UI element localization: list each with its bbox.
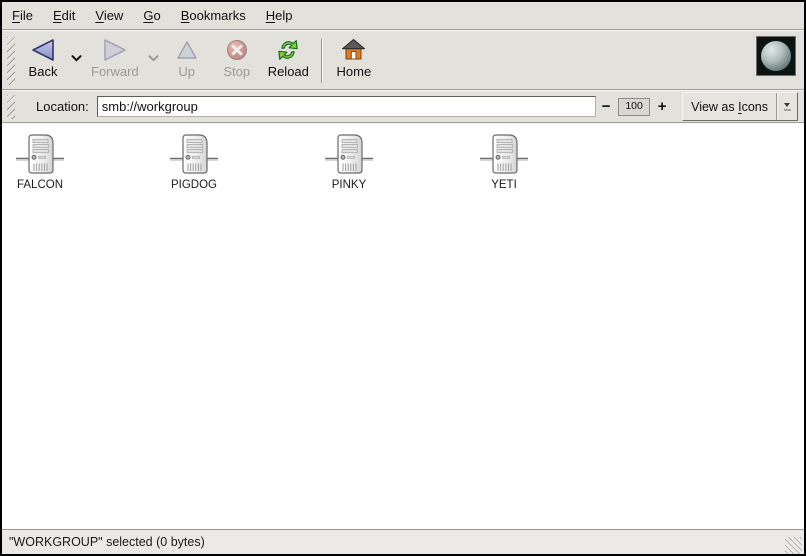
stop-icon xyxy=(225,35,249,65)
throbber xyxy=(756,36,796,76)
reload-icon xyxy=(275,35,301,65)
server-item-pigdog[interactable]: PIGDOG xyxy=(149,133,239,191)
status-text: "WORKGROUP" selected (0 bytes) xyxy=(9,535,205,549)
server-item-pinky[interactable]: PINKY xyxy=(304,133,394,191)
server-icon xyxy=(16,133,64,177)
menu-view[interactable]: View xyxy=(85,4,133,27)
server-item-yeti[interactable]: YETI xyxy=(459,133,549,191)
stop-button[interactable]: Stop xyxy=(212,33,262,80)
forward-button[interactable]: Forward xyxy=(85,33,145,80)
up-icon xyxy=(175,35,199,65)
server-item-falcon[interactable]: FALCON xyxy=(0,133,85,191)
reload-button[interactable]: Reload xyxy=(262,33,315,80)
toolbar: Back Forward Up xyxy=(2,31,804,89)
up-button[interactable]: Up xyxy=(162,33,212,80)
back-history-dropdown[interactable] xyxy=(68,55,85,62)
location-label: Location: xyxy=(36,99,89,114)
menu-edit[interactable]: Edit xyxy=(43,4,85,27)
forward-history-dropdown[interactable] xyxy=(145,55,162,62)
toolbar-grip-handle[interactable] xyxy=(7,37,15,85)
location-bar-grip-handle[interactable] xyxy=(7,95,15,119)
menu-help[interactable]: Help xyxy=(256,4,303,27)
location-input[interactable] xyxy=(97,96,596,117)
menu-file[interactable]: File xyxy=(2,4,43,27)
dropdown-arrow-icon xyxy=(777,93,797,120)
forward-icon xyxy=(102,35,128,65)
file-manager-window: File Edit View Go Bookmarks Help Back Fo… xyxy=(0,0,806,556)
server-icon xyxy=(325,133,373,177)
zoom-out-button[interactable]: − xyxy=(598,99,614,115)
resize-grip[interactable] xyxy=(785,537,802,554)
toolbar-separator xyxy=(321,39,323,83)
home-button[interactable]: Home xyxy=(329,33,379,80)
view-as-dropdown[interactable]: View as Icons xyxy=(682,92,798,121)
back-icon xyxy=(30,35,56,65)
zoom-level-indicator[interactable]: 100 xyxy=(618,98,650,116)
menu-bookmarks[interactable]: Bookmarks xyxy=(171,4,256,27)
back-button[interactable]: Back xyxy=(18,33,68,80)
home-icon xyxy=(341,35,366,65)
zoom-in-button[interactable]: + xyxy=(654,99,670,115)
menu-bar: File Edit View Go Bookmarks Help xyxy=(2,2,804,29)
server-icon xyxy=(480,133,528,177)
menu-go[interactable]: Go xyxy=(133,4,170,27)
server-icon xyxy=(170,133,218,177)
status-bar: "WORKGROUP" selected (0 bytes) xyxy=(2,529,804,554)
location-bar: Location: − 100 + View as Icons xyxy=(2,91,804,122)
throbber-sphere-icon xyxy=(761,41,791,71)
icon-view[interactable]: FALCON PIGDOG PINKY YETI xyxy=(2,124,804,529)
